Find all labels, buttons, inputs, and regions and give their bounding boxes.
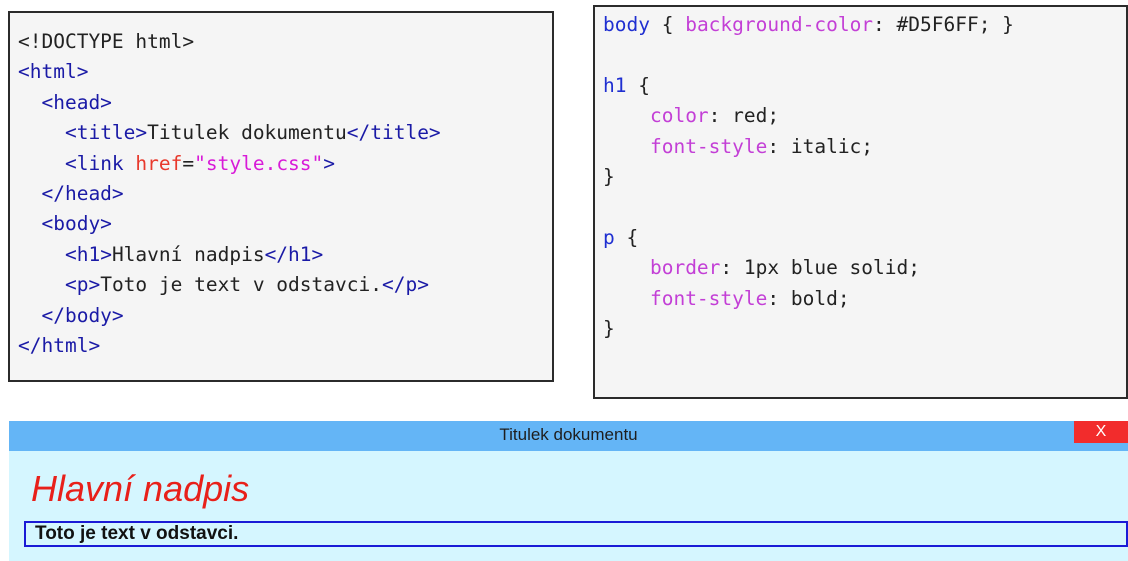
code-token: href — [135, 151, 183, 175]
code-line: <body> — [18, 209, 552, 239]
browser-preview-window: Titulek dokumentu X Hlavní nadpis Toto j… — [9, 421, 1128, 561]
code-token: : 1px blue solid; — [720, 256, 921, 280]
code-token: { — [614, 225, 639, 249]
code-token: : italic; — [767, 134, 874, 158]
code-token: <head> — [41, 90, 112, 114]
code-token: > — [323, 151, 336, 175]
code-token: Titulek dokumentu — [147, 121, 347, 145]
code-token: <html> — [18, 60, 89, 84]
css-code-panel: body { background-color: #D5F6FF; } h1 { … — [593, 5, 1128, 399]
code-token: : bold; — [767, 286, 850, 310]
code-token: <h1> — [64, 242, 112, 266]
code-token: "style.css" — [194, 151, 324, 175]
code-token: color — [649, 104, 709, 128]
code-token: </html> — [18, 333, 101, 357]
code-token: background-color — [685, 13, 874, 36]
code-token: </h1> — [264, 242, 324, 266]
code-token: } — [603, 316, 615, 340]
code-line: } — [603, 314, 1126, 344]
browser-titlebar: Titulek dokumentu X — [9, 421, 1128, 451]
html-code-panel: <!DOCTYPE html> <html> <head> <title>Titu… — [8, 11, 554, 382]
code-token: </title> — [346, 121, 441, 145]
code-token: <title> — [64, 121, 148, 145]
page-paragraph: Toto je text v odstavci. — [24, 521, 1128, 547]
code-token: </body> — [41, 303, 124, 327]
code-line: <head> — [18, 88, 552, 118]
window-title: Titulek dokumentu — [499, 425, 638, 444]
code-token: Toto je text v odstavci. — [100, 273, 382, 297]
code-line: </head> — [18, 179, 552, 209]
code-line: border: 1px blue solid; — [603, 253, 1126, 283]
code-line: <h1>Hlavní nadpis</h1> — [18, 240, 552, 270]
code-line: body { background-color: #D5F6FF; } — [603, 10, 1126, 40]
code-token: Hlavní nadpis — [111, 242, 265, 266]
code-line: <p>Toto je text v odstavci.</p> — [18, 270, 552, 300]
code-line: p { — [603, 223, 1126, 253]
code-token: { — [626, 73, 650, 97]
code-token: : #D5F6FF; } — [873, 13, 1014, 36]
code-line: font-style: italic; — [603, 132, 1126, 162]
code-token: = — [182, 151, 195, 175]
code-line: <title>Titulek dokumentu</title> — [18, 118, 552, 148]
code-token: : red; — [708, 104, 780, 128]
code-token: } — [603, 164, 615, 188]
code-token: </head> — [41, 181, 124, 205]
close-button[interactable]: X — [1074, 421, 1128, 443]
code-token: <body> — [41, 212, 112, 236]
code-line: color: red; — [603, 101, 1126, 131]
code-line: </html> — [18, 331, 552, 361]
code-line: <link href="style.css"> — [18, 149, 552, 179]
code-token: <p> — [64, 273, 101, 297]
code-token: { — [649, 13, 686, 36]
code-token: <link — [64, 151, 136, 175]
code-token: font-style — [649, 286, 768, 310]
code-token: </p> — [381, 273, 429, 297]
code-token: border — [649, 256, 721, 280]
code-token: h1 — [603, 73, 627, 97]
code-token: <!DOCTYPE html> — [18, 30, 195, 53]
code-line: </body> — [18, 301, 552, 331]
code-line: font-style: bold; — [603, 284, 1126, 314]
code-line: h1 { — [603, 71, 1126, 101]
page-heading: Hlavní nadpis — [31, 468, 250, 509]
code-token: body — [603, 13, 650, 36]
code-token: font-style — [649, 134, 768, 158]
code-token: p — [603, 225, 615, 249]
code-line: <!DOCTYPE html> — [18, 27, 552, 57]
code-line: <html> — [18, 57, 552, 87]
code-line: } — [603, 162, 1126, 192]
